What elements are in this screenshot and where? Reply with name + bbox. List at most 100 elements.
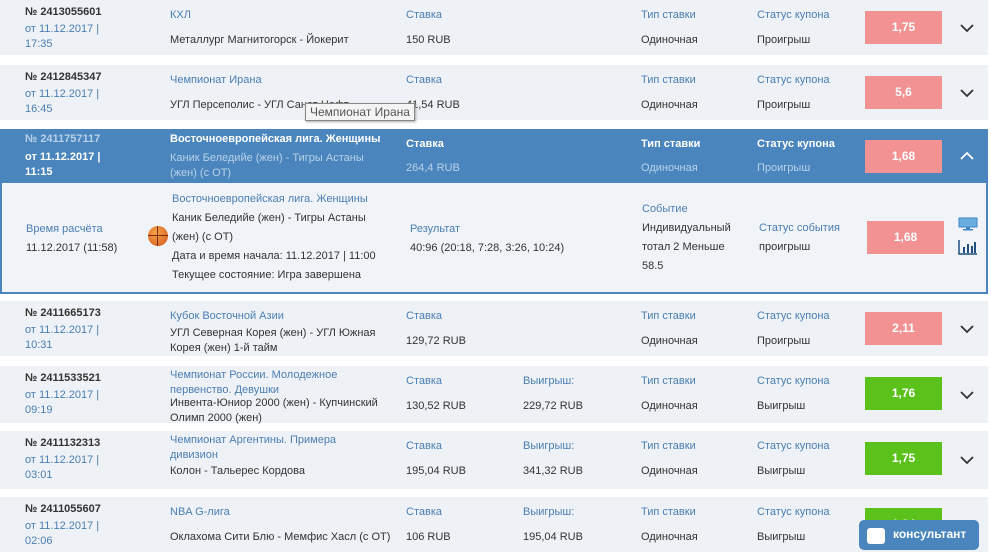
stake-amount: 106 RUB	[406, 531, 451, 543]
stake-amount: 264,4 RUB	[406, 162, 460, 174]
tooltip: Чемпионат Ирана	[305, 103, 415, 121]
win-label: Выигрыш:	[523, 440, 575, 452]
chevron-up-icon[interactable]	[958, 147, 976, 165]
bet-type-label: Тип ставки	[641, 9, 696, 21]
coupon-number: № 2411132313	[25, 437, 101, 449]
match-name: УГЛ Северная Корея (жен) - УГЛ Южная Кор…	[170, 327, 376, 354]
league-link[interactable]: Чемпионат России. Молодежное первенство.…	[170, 368, 380, 398]
coupon-number: № 2411665173	[25, 307, 101, 319]
coupon-detail-panel: Время расчёта 11.12.2017 (11:58) Восточн…	[0, 183, 988, 294]
bet-type: Одиночная	[641, 34, 698, 46]
stake-amount: 150 RUB	[406, 34, 451, 46]
detail-match-line1: Каник Беледийе (жен) - Тигры Астаны	[172, 212, 366, 224]
coupon-row[interactable]: № 2412845347 от 11.12.2017 | 16:45 Чемпи…	[0, 65, 988, 120]
coupon-number: № 2413055601	[25, 6, 102, 18]
coupon-status-label: Статус купона	[757, 310, 830, 322]
coupon-number: № 2411533521	[25, 372, 101, 384]
stake-amount: 130,52 RUB	[406, 400, 466, 412]
coupon-status-label: Статус купона	[757, 506, 830, 518]
league-link[interactable]: Чемпионат Ирана	[170, 73, 262, 88]
event-line1: Индивидуальный	[642, 222, 731, 234]
coupon-status: Проигрыш	[757, 335, 811, 347]
coupon-status-label: Статус купона	[757, 138, 835, 150]
match-name: Оклахома Сити Блю - Мемфис Хасл (с ОТ)	[170, 531, 391, 543]
basketball-icon	[148, 226, 168, 246]
coupon-status-label: Статус купона	[757, 440, 830, 452]
coupon-row[interactable]: № 2411665173 от 11.12.2017 | 10:31 Кубок…	[0, 301, 988, 356]
coupon-row[interactable]: № 2413055601 от 11.12.2017 | 17:35 КХЛ М…	[0, 0, 988, 55]
coupon-date: от 11.12.2017 | 11:15	[25, 151, 101, 178]
coupon-number: № 2411757117	[25, 133, 101, 145]
match-name: Каник Беледийе (жен) - Тигры Астаны (жен…	[170, 152, 364, 179]
league-link[interactable]: КХЛ	[170, 8, 191, 23]
win-label: Выигрыш:	[523, 506, 575, 518]
detail-start-time: Дата и время начала: 11.12.2017 | 11:00	[172, 250, 376, 262]
coupon-status: Выигрыш	[757, 531, 806, 543]
league-link[interactable]: Чемпионат Аргентины. Примера дивизион	[170, 433, 380, 463]
stake-label: Ставка	[406, 9, 442, 21]
event-status: проигрыш	[759, 241, 811, 253]
event-line2: тотал 2 Меньше	[642, 241, 725, 253]
stake-label: Ставка	[406, 310, 442, 322]
chevron-down-icon[interactable]	[958, 19, 976, 37]
win-amount: 341,32 RUB	[523, 465, 583, 477]
coupon-status-label: Статус купона	[757, 9, 830, 21]
odds-badge: 1,75	[865, 11, 942, 44]
bet-type-label: Тип ставки	[641, 506, 696, 518]
coupon-status: Выигрыш	[757, 400, 806, 412]
coupon-row[interactable]: № 2411757117 от 11.12.2017 | 11:15 Восто…	[0, 129, 988, 183]
match-name: Колон - Тальерес Кордова	[170, 465, 305, 477]
coupon-date: от 11.12.2017 | 10:31	[25, 324, 100, 351]
chevron-down-icon[interactable]	[958, 451, 976, 469]
coupon-status: Выигрыш	[757, 465, 806, 477]
coupon-status: Проигрыш	[757, 162, 811, 174]
monitor-icon[interactable]	[958, 217, 978, 231]
bet-type-label: Тип ставки	[641, 375, 696, 387]
consultant-label: консультант	[893, 527, 967, 541]
coupon-row[interactable]: № 2411533521 от 11.12.2017 | 09:19 Чемпи…	[0, 366, 988, 424]
stake-amount: 129,72 RUB	[406, 335, 466, 347]
league-link[interactable]: NBA G-лига	[170, 505, 230, 520]
chevron-down-icon[interactable]	[958, 320, 976, 338]
bet-type: Одиночная	[641, 465, 698, 477]
chat-icon	[867, 528, 885, 544]
result-score: 40:96 (20:18, 7:28, 3:26, 10:24)	[410, 242, 565, 254]
stake-amount: 195,04 RUB	[406, 465, 466, 477]
league-link[interactable]: Кубок Восточной Азии	[170, 309, 284, 324]
odds-badge: 2,11	[865, 312, 942, 345]
calc-time: 11.12.2017 (11:58)	[26, 242, 118, 254]
odds-badge: 1,68	[865, 140, 942, 173]
stake-label: Ставка	[406, 375, 442, 387]
odds-badge: 1,76	[865, 377, 942, 410]
coupon-date: от 11.12.2017 | 02:06	[25, 520, 100, 547]
event-status-label: Статус события	[759, 222, 840, 234]
stake-label: Ставка	[406, 506, 442, 518]
coupon-status: Проигрыш	[757, 34, 811, 46]
event-label: Событие	[642, 203, 688, 215]
coupon-date: от 11.12.2017 | 03:01	[25, 454, 100, 481]
bet-type-label: Тип ставки	[641, 74, 696, 86]
detail-league[interactable]: Восточноевропейская лига. Женщины	[172, 190, 368, 209]
league-link[interactable]: Восточноевропейская лига. Женщины	[170, 132, 380, 147]
coupon-row[interactable]: № 2411132313 от 11.12.2017 | 03:01 Чемпи…	[0, 431, 988, 489]
stake-label: Ставка	[406, 440, 442, 452]
coupon-row[interactable]: № 2411055607 от 11.12.2017 | 02:06 NBA G…	[0, 497, 988, 552]
statistics-icon[interactable]	[958, 239, 978, 255]
coupon-date: от 11.12.2017 | 16:45	[25, 88, 100, 115]
win-label: Выигрыш:	[523, 375, 575, 387]
odds-badge: 5,6	[865, 76, 942, 109]
chevron-down-icon[interactable]	[958, 386, 976, 404]
coupon-number: № 2412845347	[25, 71, 102, 83]
bet-type-label: Тип ставки	[641, 310, 696, 322]
calc-time-label: Время расчёта	[26, 223, 103, 235]
chevron-down-icon[interactable]	[958, 84, 976, 102]
event-line3: 58.5	[642, 260, 664, 272]
coupon-date: от 11.12.2017 | 17:35	[25, 23, 100, 50]
bet-type-label: Тип ставки	[641, 138, 701, 150]
win-amount: 229,72 RUB	[523, 400, 583, 412]
bet-type: Одиночная	[641, 335, 698, 347]
detail-state: Текущее состояние: Игра завершена	[172, 269, 362, 281]
odds-badge: 1,75	[865, 442, 942, 475]
coupon-number: № 2411055607	[25, 503, 101, 515]
stake-label: Ставка	[406, 138, 444, 150]
